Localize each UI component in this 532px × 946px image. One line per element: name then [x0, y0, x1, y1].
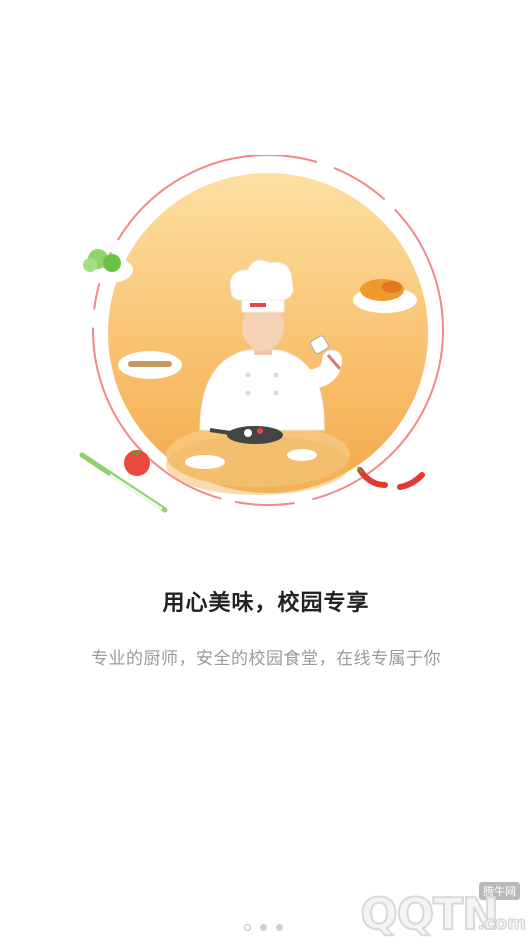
intro-subtitle: 专业的厨师，安全的校园食堂，在线专属于你: [91, 649, 441, 669]
page-dot[interactable]: [260, 924, 267, 931]
intro-title: 用心美味，校园专享: [162, 591, 370, 616]
chili: [357, 467, 388, 488]
watermark-suffix: .com: [477, 913, 527, 935]
page-dot[interactable]: [276, 924, 283, 931]
frying-pan: [227, 426, 283, 444]
chef-illustration: [70, 155, 470, 535]
page-dot[interactable]: [244, 924, 251, 931]
page-indicator: [244, 924, 283, 931]
site-watermark: 腾牛网 QQTN .com: [316, 882, 527, 941]
